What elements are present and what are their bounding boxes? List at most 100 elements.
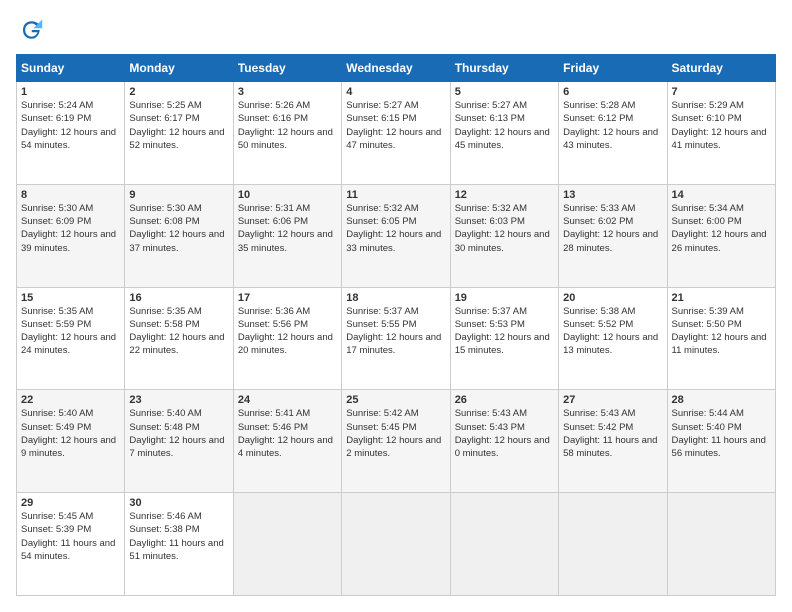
day-info: Sunrise: 5:45 AMSunset: 5:39 PMDaylight:… <box>21 510 120 563</box>
day-info: Sunrise: 5:36 AMSunset: 5:56 PMDaylight:… <box>238 305 337 358</box>
weekday-header: Sunday <box>17 55 125 82</box>
day-info: Sunrise: 5:26 AMSunset: 6:16 PMDaylight:… <box>238 99 337 152</box>
day-info: Sunrise: 5:37 AMSunset: 5:55 PMDaylight:… <box>346 305 445 358</box>
calendar-cell: 9Sunrise: 5:30 AMSunset: 6:08 PMDaylight… <box>125 184 233 287</box>
logo <box>16 16 48 44</box>
day-info: Sunrise: 5:30 AMSunset: 6:09 PMDaylight:… <box>21 202 120 255</box>
day-info: Sunrise: 5:32 AMSunset: 6:05 PMDaylight:… <box>346 202 445 255</box>
day-number: 13 <box>563 189 662 201</box>
calendar-cell: 24Sunrise: 5:41 AMSunset: 5:46 PMDayligh… <box>233 390 341 493</box>
calendar-cell: 12Sunrise: 5:32 AMSunset: 6:03 PMDayligh… <box>450 184 558 287</box>
calendar-week-row: 1Sunrise: 5:24 AMSunset: 6:19 PMDaylight… <box>17 82 776 185</box>
calendar-cell: 7Sunrise: 5:29 AMSunset: 6:10 PMDaylight… <box>667 82 775 185</box>
day-number: 16 <box>129 292 228 304</box>
weekday-header: Monday <box>125 55 233 82</box>
day-number: 7 <box>672 86 771 98</box>
calendar-cell: 18Sunrise: 5:37 AMSunset: 5:55 PMDayligh… <box>342 287 450 390</box>
calendar-week-row: 8Sunrise: 5:30 AMSunset: 6:09 PMDaylight… <box>17 184 776 287</box>
calendar-cell: 2Sunrise: 5:25 AMSunset: 6:17 PMDaylight… <box>125 82 233 185</box>
weekday-header: Tuesday <box>233 55 341 82</box>
day-number: 28 <box>672 394 771 406</box>
calendar-week-row: 22Sunrise: 5:40 AMSunset: 5:49 PMDayligh… <box>17 390 776 493</box>
day-info: Sunrise: 5:37 AMSunset: 5:53 PMDaylight:… <box>455 305 554 358</box>
day-number: 5 <box>455 86 554 98</box>
day-info: Sunrise: 5:40 AMSunset: 5:49 PMDaylight:… <box>21 407 120 460</box>
weekday-header: Thursday <box>450 55 558 82</box>
day-info: Sunrise: 5:27 AMSunset: 6:13 PMDaylight:… <box>455 99 554 152</box>
calendar-cell: 13Sunrise: 5:33 AMSunset: 6:02 PMDayligh… <box>559 184 667 287</box>
day-info: Sunrise: 5:35 AMSunset: 5:58 PMDaylight:… <box>129 305 228 358</box>
day-info: Sunrise: 5:30 AMSunset: 6:08 PMDaylight:… <box>129 202 228 255</box>
day-number: 1 <box>21 86 120 98</box>
day-number: 12 <box>455 189 554 201</box>
calendar-cell <box>559 493 667 596</box>
day-number: 22 <box>21 394 120 406</box>
calendar-cell: 14Sunrise: 5:34 AMSunset: 6:00 PMDayligh… <box>667 184 775 287</box>
weekday-header: Friday <box>559 55 667 82</box>
day-info: Sunrise: 5:42 AMSunset: 5:45 PMDaylight:… <box>346 407 445 460</box>
day-info: Sunrise: 5:38 AMSunset: 5:52 PMDaylight:… <box>563 305 662 358</box>
weekday-header: Saturday <box>667 55 775 82</box>
calendar-cell: 6Sunrise: 5:28 AMSunset: 6:12 PMDaylight… <box>559 82 667 185</box>
calendar-cell: 23Sunrise: 5:40 AMSunset: 5:48 PMDayligh… <box>125 390 233 493</box>
day-number: 11 <box>346 189 445 201</box>
day-info: Sunrise: 5:33 AMSunset: 6:02 PMDaylight:… <box>563 202 662 255</box>
logo-icon <box>16 16 44 44</box>
day-number: 20 <box>563 292 662 304</box>
calendar-cell: 20Sunrise: 5:38 AMSunset: 5:52 PMDayligh… <box>559 287 667 390</box>
calendar-cell: 19Sunrise: 5:37 AMSunset: 5:53 PMDayligh… <box>450 287 558 390</box>
calendar-cell: 17Sunrise: 5:36 AMSunset: 5:56 PMDayligh… <box>233 287 341 390</box>
day-number: 14 <box>672 189 771 201</box>
day-number: 18 <box>346 292 445 304</box>
day-number: 26 <box>455 394 554 406</box>
day-number: 25 <box>346 394 445 406</box>
calendar-cell: 5Sunrise: 5:27 AMSunset: 6:13 PMDaylight… <box>450 82 558 185</box>
day-number: 8 <box>21 189 120 201</box>
calendar-cell <box>450 493 558 596</box>
weekday-header: Wednesday <box>342 55 450 82</box>
day-info: Sunrise: 5:25 AMSunset: 6:17 PMDaylight:… <box>129 99 228 152</box>
calendar-cell: 30Sunrise: 5:46 AMSunset: 5:38 PMDayligh… <box>125 493 233 596</box>
day-number: 4 <box>346 86 445 98</box>
calendar-cell: 3Sunrise: 5:26 AMSunset: 6:16 PMDaylight… <box>233 82 341 185</box>
day-info: Sunrise: 5:43 AMSunset: 5:42 PMDaylight:… <box>563 407 662 460</box>
day-info: Sunrise: 5:28 AMSunset: 6:12 PMDaylight:… <box>563 99 662 152</box>
day-info: Sunrise: 5:31 AMSunset: 6:06 PMDaylight:… <box>238 202 337 255</box>
calendar-table: SundayMondayTuesdayWednesdayThursdayFrid… <box>16 54 776 596</box>
calendar-cell: 15Sunrise: 5:35 AMSunset: 5:59 PMDayligh… <box>17 287 125 390</box>
day-number: 24 <box>238 394 337 406</box>
calendar-cell: 27Sunrise: 5:43 AMSunset: 5:42 PMDayligh… <box>559 390 667 493</box>
calendar-cell: 4Sunrise: 5:27 AMSunset: 6:15 PMDaylight… <box>342 82 450 185</box>
day-info: Sunrise: 5:34 AMSunset: 6:00 PMDaylight:… <box>672 202 771 255</box>
day-info: Sunrise: 5:24 AMSunset: 6:19 PMDaylight:… <box>21 99 120 152</box>
day-number: 6 <box>563 86 662 98</box>
day-info: Sunrise: 5:35 AMSunset: 5:59 PMDaylight:… <box>21 305 120 358</box>
calendar-cell: 11Sunrise: 5:32 AMSunset: 6:05 PMDayligh… <box>342 184 450 287</box>
calendar-cell: 29Sunrise: 5:45 AMSunset: 5:39 PMDayligh… <box>17 493 125 596</box>
day-number: 30 <box>129 497 228 509</box>
day-number: 27 <box>563 394 662 406</box>
calendar-cell: 28Sunrise: 5:44 AMSunset: 5:40 PMDayligh… <box>667 390 775 493</box>
calendar-cell: 26Sunrise: 5:43 AMSunset: 5:43 PMDayligh… <box>450 390 558 493</box>
day-info: Sunrise: 5:29 AMSunset: 6:10 PMDaylight:… <box>672 99 771 152</box>
day-info: Sunrise: 5:32 AMSunset: 6:03 PMDaylight:… <box>455 202 554 255</box>
calendar-week-row: 15Sunrise: 5:35 AMSunset: 5:59 PMDayligh… <box>17 287 776 390</box>
day-info: Sunrise: 5:43 AMSunset: 5:43 PMDaylight:… <box>455 407 554 460</box>
calendar-cell: 1Sunrise: 5:24 AMSunset: 6:19 PMDaylight… <box>17 82 125 185</box>
day-info: Sunrise: 5:40 AMSunset: 5:48 PMDaylight:… <box>129 407 228 460</box>
day-info: Sunrise: 5:46 AMSunset: 5:38 PMDaylight:… <box>129 510 228 563</box>
calendar-cell: 22Sunrise: 5:40 AMSunset: 5:49 PMDayligh… <box>17 390 125 493</box>
calendar-cell: 10Sunrise: 5:31 AMSunset: 6:06 PMDayligh… <box>233 184 341 287</box>
day-number: 10 <box>238 189 337 201</box>
day-number: 9 <box>129 189 228 201</box>
calendar-cell: 21Sunrise: 5:39 AMSunset: 5:50 PMDayligh… <box>667 287 775 390</box>
day-number: 17 <box>238 292 337 304</box>
day-number: 21 <box>672 292 771 304</box>
day-number: 15 <box>21 292 120 304</box>
calendar-cell: 25Sunrise: 5:42 AMSunset: 5:45 PMDayligh… <box>342 390 450 493</box>
day-info: Sunrise: 5:44 AMSunset: 5:40 PMDaylight:… <box>672 407 771 460</box>
calendar-cell <box>342 493 450 596</box>
calendar-cell: 8Sunrise: 5:30 AMSunset: 6:09 PMDaylight… <box>17 184 125 287</box>
calendar-cell <box>667 493 775 596</box>
day-number: 19 <box>455 292 554 304</box>
